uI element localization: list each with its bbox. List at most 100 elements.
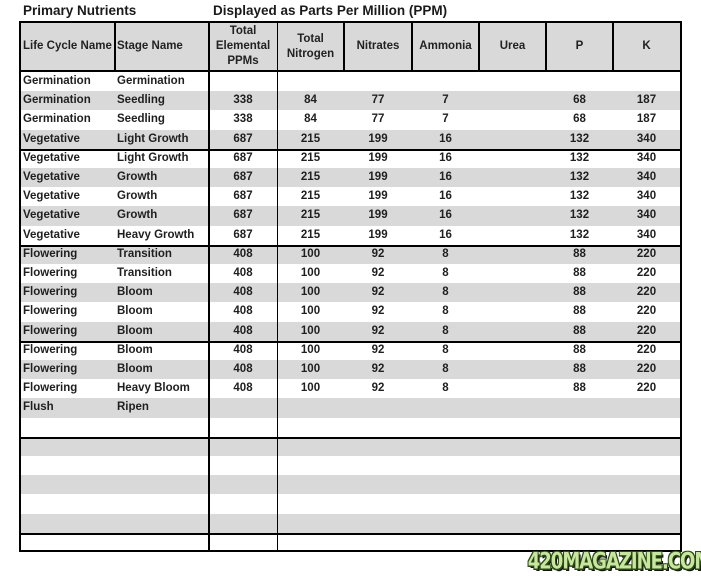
cell-life-cycle: [21, 456, 117, 475]
cell-urea: [479, 514, 546, 533]
cell-k: [613, 514, 680, 533]
cell-ammonia: [412, 437, 479, 456]
column-header-life-cycle: Life Cycle Name: [21, 23, 115, 72]
cell-p: 68: [573, 113, 586, 126]
cell-stage: Heavy Growth: [117, 228, 195, 241]
nutrient-table: Life Cycle Name Stage Name Total Elemental…: [19, 21, 682, 552]
cell-stage: [115, 418, 211, 437]
column-divider: [277, 23, 278, 550]
cell-ammonia: 8: [442, 247, 449, 260]
cell-total-elemental: 408: [233, 382, 253, 395]
cell-life-cycle: Germination: [23, 75, 91, 87]
cell-urea: [479, 283, 546, 302]
cell-nitrates: [344, 437, 412, 456]
cell-total-elemental: [209, 494, 277, 513]
cell-stage: Ripen: [117, 401, 149, 414]
cell-urea: [479, 418, 546, 437]
cell-total-elemental: 338: [233, 113, 253, 126]
cell-stage: Bloom: [117, 324, 153, 337]
column-divider: [114, 23, 116, 72]
cell-k: 340: [636, 190, 657, 203]
table-row: Vegetative Growth 687 215 199 16 132 340: [21, 206, 680, 226]
cell-nitrates: 92: [371, 267, 385, 279]
cell-p: [546, 494, 613, 513]
cell-stage: Light Growth: [117, 132, 189, 145]
cell-ammonia: [412, 494, 479, 513]
cell-stage: Transition: [117, 267, 172, 279]
cell-k: 340: [636, 151, 657, 164]
cell-p: 88: [573, 343, 586, 356]
cell-urea: [479, 245, 546, 264]
cell-life-cycle: Vegetative: [23, 171, 80, 183]
cell-p: 88: [573, 305, 586, 318]
cell-p: 88: [573, 247, 586, 260]
cell-stage: Growth: [117, 171, 158, 183]
cell-stage: Growth: [117, 209, 158, 222]
cell-urea: [479, 302, 546, 321]
column-header-stage: Stage Name: [115, 23, 209, 72]
cell-total-elemental: 408: [233, 305, 253, 318]
cell-life-cycle: Germination: [23, 113, 91, 126]
cell-k: 220: [636, 267, 657, 279]
cell-nitrates: 92: [371, 324, 385, 337]
cell-p: [546, 72, 613, 91]
cell-nitrates: [344, 398, 412, 417]
cell-total-elemental: [209, 456, 277, 475]
cell-total-elemental: [209, 437, 277, 456]
cell-k: 340: [636, 171, 657, 183]
table-row: [21, 475, 680, 495]
column-divider: [208, 23, 210, 550]
cell-urea: [479, 110, 546, 129]
cell-ammonia: 8: [442, 363, 449, 375]
cell-ammonia: 16: [439, 151, 452, 164]
cell-p: 132: [569, 151, 590, 164]
cell-k: 220: [636, 324, 657, 337]
cell-k: 187: [636, 94, 657, 107]
cell-p: [546, 437, 613, 456]
table-row: [21, 436, 680, 456]
cell-total-nitrogen: 100: [300, 382, 321, 395]
cell-total-nitrogen: 100: [300, 305, 321, 318]
cell-ammonia: [412, 418, 479, 437]
table-title: Primary Nutrients: [23, 3, 137, 18]
table-row: Flowering Transition 408 100 92 8 88 220: [21, 264, 680, 283]
cell-ammonia: [412, 475, 479, 494]
cell-k: 220: [636, 286, 657, 299]
cell-p: 88: [573, 382, 586, 395]
cell-nitrates: [344, 475, 412, 494]
cell-total-nitrogen: [277, 475, 344, 494]
cell-total-nitrogen: 215: [300, 151, 321, 164]
column-header-nitrates: Nitrates: [344, 23, 412, 72]
cell-nitrates: 92: [371, 343, 385, 356]
cell-urea: [479, 475, 546, 494]
cell-p: 88: [573, 324, 586, 337]
cell-stage: [115, 456, 211, 475]
cell-life-cycle: Flush: [23, 401, 54, 414]
cell-stage: Growth: [117, 190, 158, 203]
cell-total-elemental: 338: [233, 94, 253, 107]
cell-ammonia: 8: [442, 324, 449, 337]
cell-total-elemental: [209, 514, 277, 533]
cell-ammonia: 16: [439, 228, 452, 241]
cell-urea: [479, 264, 546, 283]
cell-k: [613, 437, 680, 456]
cell-ammonia: [412, 398, 479, 417]
table-row: Flush Ripen: [21, 398, 680, 418]
cell-total-elemental: 408: [233, 267, 253, 279]
cell-total-elemental: [209, 533, 277, 552]
table-row: Flowering Bloom 408 100 92 8 88 220: [21, 283, 680, 303]
cell-nitrates: 92: [371, 247, 385, 260]
cell-k: [613, 398, 680, 417]
cell-total-nitrogen: [277, 437, 344, 456]
cell-urea: [479, 91, 546, 110]
cell-total-elemental: 408: [233, 286, 253, 299]
cell-total-elemental: 687: [233, 171, 253, 183]
cell-nitrates: 77: [371, 94, 385, 107]
cell-urea: [479, 437, 546, 456]
cell-stage: [115, 437, 211, 456]
cell-total-elemental: 687: [233, 209, 253, 222]
cell-total-nitrogen: [277, 456, 344, 475]
cell-stage: [115, 514, 211, 533]
cell-stage: Bloom: [117, 286, 153, 299]
cell-nitrates: 77: [371, 113, 385, 126]
